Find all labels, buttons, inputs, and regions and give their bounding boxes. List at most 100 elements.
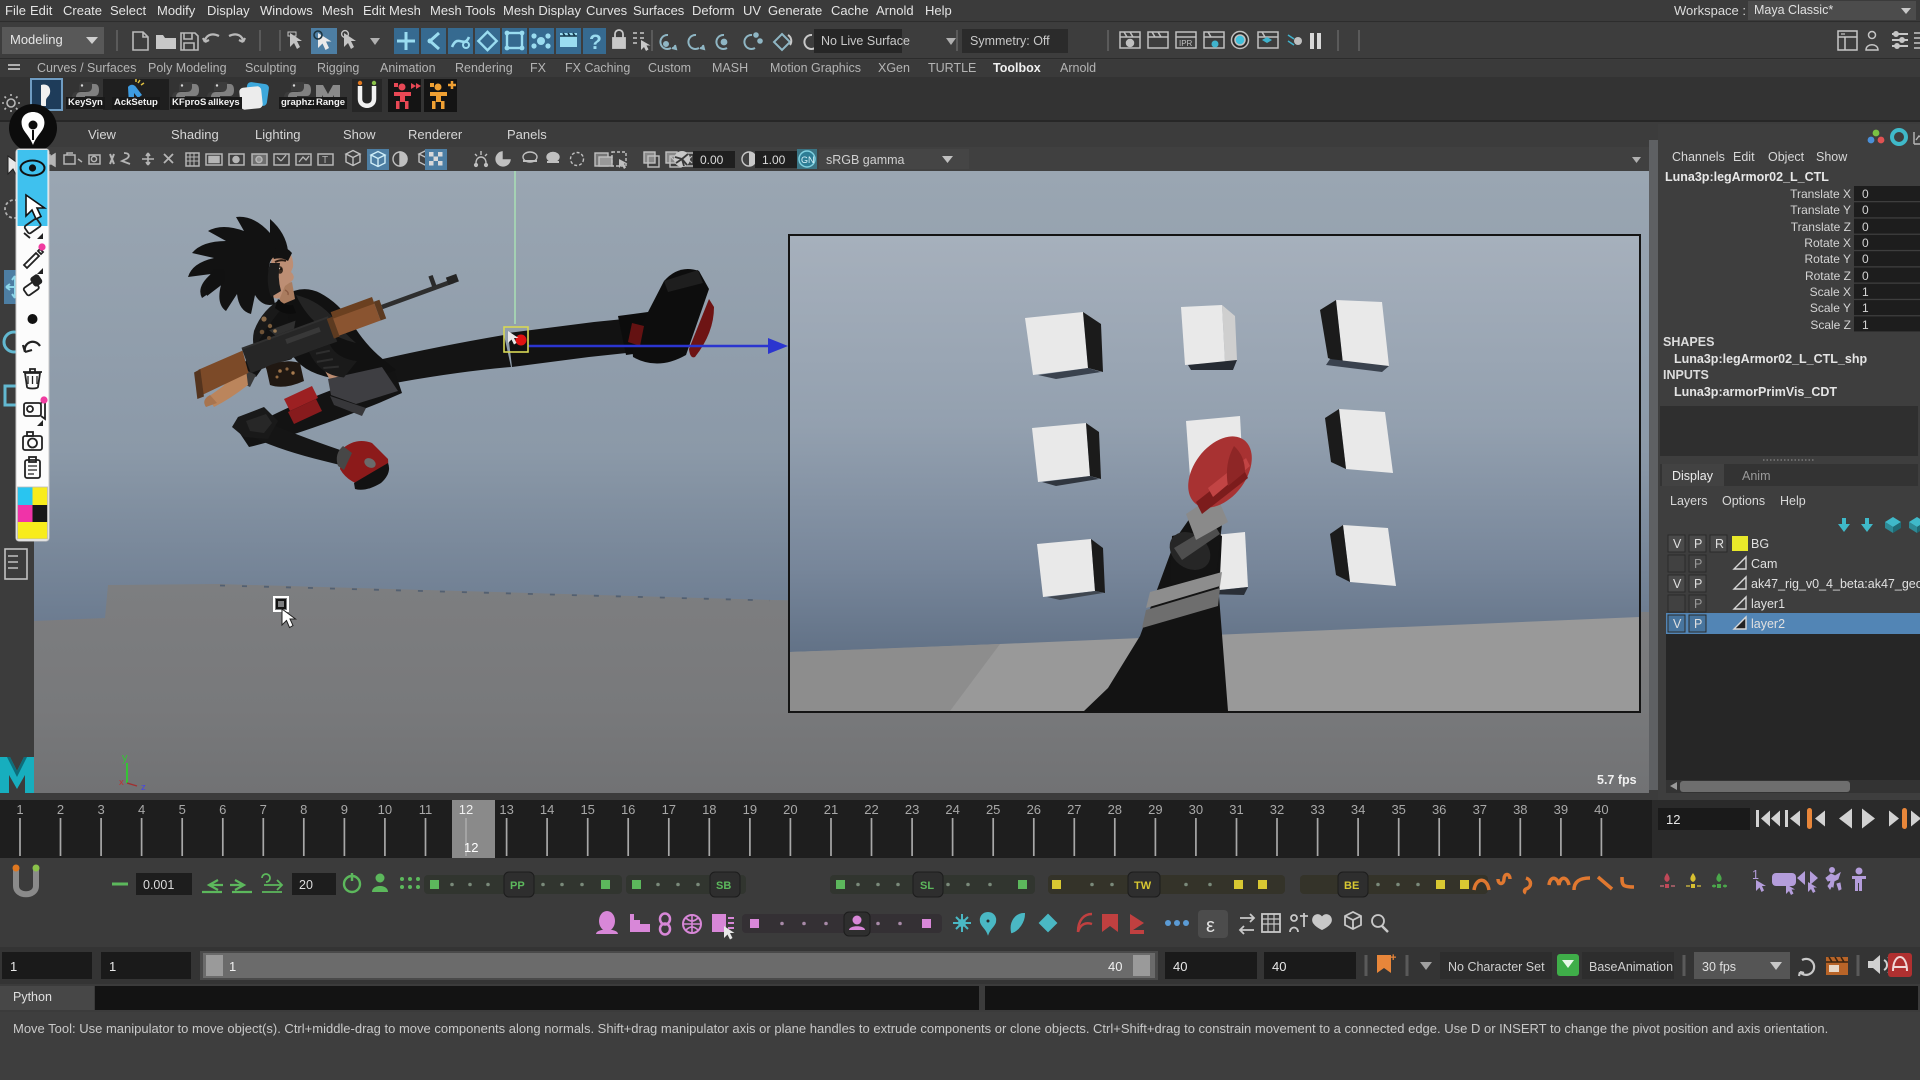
svg-text:32: 32 <box>1270 802 1284 817</box>
svg-text:40: 40 <box>1272 959 1286 974</box>
svg-text:Translate Z: Translate Z <box>1791 220 1851 234</box>
svg-text:1: 1 <box>1862 301 1869 315</box>
svg-text:12: 12 <box>1666 812 1680 827</box>
svg-text:6: 6 <box>219 802 226 817</box>
svg-text:30: 30 <box>1189 802 1203 817</box>
svg-text:16: 16 <box>621 802 635 817</box>
svg-text:20: 20 <box>783 802 797 817</box>
svg-text:x: x <box>119 777 124 788</box>
svg-text:12: 12 <box>464 840 478 855</box>
svg-text:34: 34 <box>1351 802 1365 817</box>
svg-text:12: 12 <box>459 802 473 817</box>
svg-text:33: 33 <box>1310 802 1324 817</box>
svg-text:BE: BE <box>1344 880 1359 892</box>
svg-text:Layers: Layers <box>1670 494 1708 508</box>
svg-text:8: 8 <box>300 802 307 817</box>
svg-text:BaseAnimation: BaseAnimation <box>1589 960 1673 974</box>
svg-text:SHAPES: SHAPES <box>1663 335 1714 349</box>
svg-text:y: y <box>122 752 128 764</box>
svg-text:10: 10 <box>378 802 392 817</box>
svg-text:P: P <box>1694 557 1702 571</box>
svg-text:1: 1 <box>1862 318 1869 332</box>
svg-text:29: 29 <box>1148 802 1162 817</box>
svg-text:25: 25 <box>986 802 1000 817</box>
svg-text:40: 40 <box>1594 802 1608 817</box>
svg-text:P: P <box>1694 537 1702 551</box>
svg-text:13: 13 <box>499 802 513 817</box>
svg-text:Rotate X: Rotate X <box>1804 236 1851 250</box>
svg-text:TW: TW <box>1134 880 1152 892</box>
svg-text:+: + <box>1390 952 1396 964</box>
svg-text:T: T <box>322 155 328 166</box>
svg-text:20: 20 <box>299 878 313 892</box>
svg-text:INPUTS: INPUTS <box>1663 368 1709 382</box>
svg-text:Symmetry: Off: Symmetry: Off <box>970 34 1050 48</box>
svg-text:IPR: IPR <box>1179 39 1193 48</box>
svg-text:1.00: 1.00 <box>762 153 786 167</box>
svg-text:0.001: 0.001 <box>143 878 174 892</box>
svg-text:9: 9 <box>341 802 348 817</box>
svg-text:BG: BG <box>1751 537 1769 551</box>
svg-text:Options: Options <box>1722 494 1765 508</box>
svg-text:layer1: layer1 <box>1751 597 1785 611</box>
svg-text:R: R <box>1715 537 1724 551</box>
svg-text:26: 26 <box>1027 802 1041 817</box>
svg-text:Channels: Channels <box>1672 150 1725 164</box>
svg-text:38: 38 <box>1513 802 1527 817</box>
svg-text:V: V <box>1673 617 1682 631</box>
svg-text:sRGB gamma: sRGB gamma <box>826 153 905 167</box>
svg-text:35: 35 <box>1391 802 1405 817</box>
svg-text:Luna3p:legArmor02_L_CTL: Luna3p:legArmor02_L_CTL <box>1665 170 1829 184</box>
svg-text:Cam: Cam <box>1751 557 1777 571</box>
svg-text:PP: PP <box>510 880 525 892</box>
svg-text:40: 40 <box>1108 959 1122 974</box>
svg-text:14: 14 <box>540 802 554 817</box>
svg-text:0: 0 <box>1862 220 1869 234</box>
svg-text:2: 2 <box>57 802 64 817</box>
svg-text:40: 40 <box>1173 959 1187 974</box>
svg-text:SL: SL <box>920 880 934 892</box>
svg-text:No Live Surface: No Live Surface <box>821 34 910 48</box>
svg-text:0: 0 <box>1862 252 1869 266</box>
svg-text:layer2: layer2 <box>1751 617 1785 631</box>
svg-text:ak47_rig_v0_4_beta:ak47_geo: ak47_rig_v0_4_beta:ak47_geo <box>1751 577 1920 591</box>
svg-text:1: 1 <box>109 959 116 974</box>
svg-text:No Character Set: No Character Set <box>1448 960 1545 974</box>
svg-text:P: P <box>1694 597 1702 611</box>
svg-text:5: 5 <box>179 802 186 817</box>
svg-text:1: 1 <box>10 959 17 974</box>
svg-text:Object: Object <box>1768 150 1805 164</box>
svg-text:GN: GN <box>801 155 815 165</box>
svg-text:Translate X: Translate X <box>1790 187 1851 201</box>
svg-text:Display: Display <box>1672 469 1714 483</box>
svg-text:Show: Show <box>1816 150 1848 164</box>
svg-text:1: 1 <box>16 802 23 817</box>
svg-text:1: 1 <box>229 959 236 974</box>
svg-text:3: 3 <box>97 802 104 817</box>
svg-text:Rotate Z: Rotate Z <box>1805 269 1851 283</box>
svg-text:Edit: Edit <box>1733 150 1755 164</box>
svg-text:?: ? <box>589 31 602 54</box>
svg-text:5.7 fps: 5.7 fps <box>1597 773 1637 787</box>
svg-text:Anim: Anim <box>1742 469 1770 483</box>
svg-text:Scale Y: Scale Y <box>1810 301 1851 315</box>
svg-text:27: 27 <box>1067 802 1081 817</box>
svg-text:7: 7 <box>260 802 267 817</box>
svg-text:V: V <box>1673 577 1682 591</box>
svg-text:Luna3p:legArmor02_L_CTL_shp: Luna3p:legArmor02_L_CTL_shp <box>1674 352 1867 366</box>
svg-text:23: 23 <box>905 802 919 817</box>
svg-text:Help: Help <box>1780 494 1806 508</box>
svg-text:11: 11 <box>419 802 433 817</box>
svg-text:0: 0 <box>1862 187 1869 201</box>
svg-text:37: 37 <box>1473 802 1487 817</box>
svg-text:1: 1 <box>1862 285 1869 299</box>
svg-text:z: z <box>141 782 146 793</box>
svg-text:31: 31 <box>1229 802 1243 817</box>
svg-text:17: 17 <box>662 802 676 817</box>
svg-text:36: 36 <box>1432 802 1446 817</box>
svg-text:Scale Z: Scale Z <box>1810 318 1851 332</box>
svg-text:0.00: 0.00 <box>700 153 724 167</box>
svg-text:22: 22 <box>864 802 878 817</box>
svg-text:30 fps: 30 fps <box>1702 960 1736 974</box>
svg-text:0: 0 <box>1862 269 1869 283</box>
